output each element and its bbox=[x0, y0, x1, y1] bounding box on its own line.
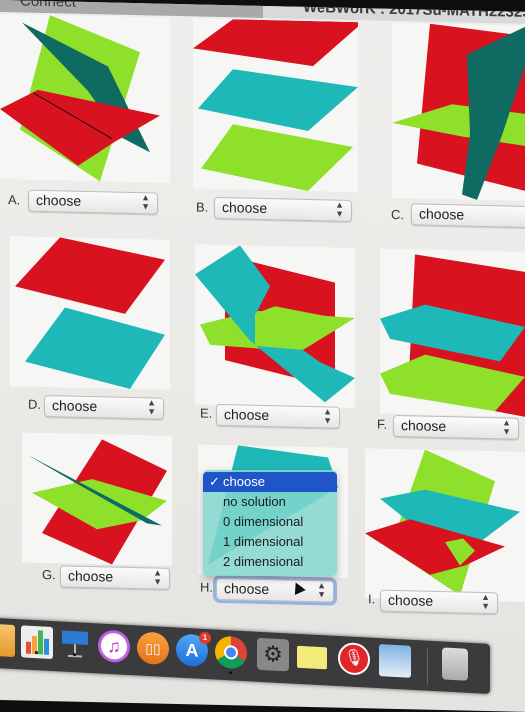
planes-figure-f bbox=[380, 254, 525, 417]
app-store-icon[interactable]: A 1 bbox=[176, 631, 211, 668]
figure-e bbox=[195, 244, 355, 409]
microphone-icon[interactable]: 🎙 bbox=[338, 641, 370, 676]
figure-a bbox=[0, 14, 170, 183]
dropdown-menu-h: ✓ choose no solution 0 dimensional 1 dim… bbox=[203, 470, 337, 576]
stepper-arrows-icon: ▲ ▼ bbox=[335, 199, 344, 219]
menu-option-1-dimensional[interactable]: 1 dimensional bbox=[203, 532, 337, 552]
stepper-arrows-icon: ▲ ▼ bbox=[141, 192, 150, 212]
select-b[interactable]: choose ▲ ▼ bbox=[214, 196, 352, 222]
stepper-arrows-icon: ▲ ▼ bbox=[153, 567, 162, 587]
planes-figure-c bbox=[392, 23, 525, 200]
itunes-icon[interactable]: ♫ bbox=[98, 629, 130, 664]
figure-c bbox=[392, 22, 525, 201]
stepper-arrows-icon: ▲ ▼ bbox=[481, 591, 490, 612]
select-g[interactable]: choose ▲ ▼ bbox=[60, 565, 170, 590]
keynote-icon[interactable] bbox=[59, 627, 91, 661]
figure-b bbox=[193, 18, 358, 193]
label-a: A. bbox=[8, 192, 21, 208]
stepper-arrows-icon: ▲ ▼ bbox=[317, 580, 326, 600]
label-f: F. bbox=[377, 416, 388, 432]
notification-badge: 1 bbox=[199, 631, 211, 645]
pages-icon[interactable] bbox=[0, 624, 15, 658]
planes-figure-a bbox=[0, 15, 160, 182]
select-d[interactable]: choose ▲ ▼ bbox=[44, 394, 164, 420]
figure-f bbox=[380, 248, 525, 417]
select-e[interactable]: choose ▲ ▼ bbox=[216, 403, 340, 429]
trash-icon[interactable] bbox=[442, 647, 468, 681]
figure-g bbox=[22, 432, 172, 566]
label-i: I. bbox=[368, 591, 376, 607]
stepper-arrows-icon: ▲ ▼ bbox=[323, 406, 332, 426]
chrome-icon[interactable] bbox=[215, 635, 247, 675]
planes-figure-e bbox=[195, 245, 355, 403]
label-b: B. bbox=[196, 199, 209, 215]
select-c[interactable]: choose bbox=[411, 203, 525, 229]
label-e: E. bbox=[200, 405, 213, 421]
select-h[interactable]: choose ▲ ▼ bbox=[216, 577, 334, 603]
menu-option-no-solution[interactable]: no solution bbox=[203, 492, 337, 512]
figure-d bbox=[10, 236, 170, 390]
stepper-arrows-icon: ▲ ▼ bbox=[147, 397, 156, 417]
label-d: D. bbox=[28, 396, 41, 412]
ibooks-icon[interactable]: ▯▯ bbox=[137, 631, 169, 666]
label-h: H. bbox=[200, 579, 213, 595]
menu-option-choose[interactable]: ✓ choose bbox=[203, 472, 337, 492]
menu-option-2-dimensional[interactable]: 2 dimensional bbox=[203, 552, 337, 572]
stepper-arrows-icon: ▲ ▼ bbox=[502, 417, 511, 437]
label-g: G. bbox=[42, 566, 56, 583]
system-preferences-icon[interactable]: ⚙ bbox=[257, 637, 289, 672]
checkmark-icon: ✓ bbox=[209, 474, 220, 489]
figure-i bbox=[365, 448, 525, 602]
select-a[interactable]: choose ▲ ▼ bbox=[28, 189, 158, 215]
stickies-icon[interactable] bbox=[297, 645, 327, 670]
select-i[interactable]: choose ▲ ▼ bbox=[380, 589, 498, 615]
select-f[interactable]: choose ▲ ▼ bbox=[393, 414, 519, 440]
preview-icon[interactable] bbox=[379, 644, 411, 678]
label-c: C. bbox=[391, 206, 404, 223]
dock-separator bbox=[427, 648, 428, 685]
planes-figure-i bbox=[365, 449, 520, 596]
browser-window: Connect WeBWorK : 2017Su-MATH2232S10- A.… bbox=[0, 0, 525, 712]
planes-figure-b bbox=[193, 19, 358, 191]
numbers-icon[interactable] bbox=[21, 625, 53, 660]
menu-option-0-dimensional[interactable]: 0 dimensional bbox=[203, 512, 337, 532]
planes-figure-d bbox=[15, 237, 165, 389]
planes-figure-g bbox=[27, 439, 167, 565]
